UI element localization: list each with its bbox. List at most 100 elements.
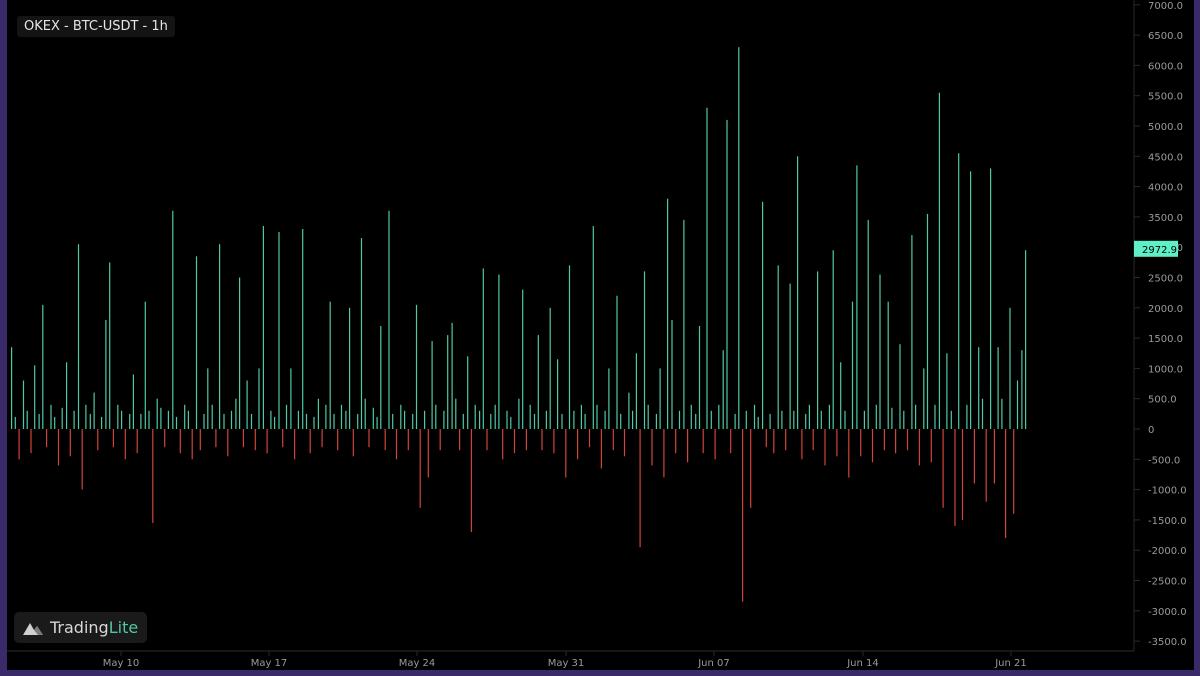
bar — [439, 429, 441, 451]
bar — [357, 413, 359, 429]
bar — [1009, 307, 1011, 429]
bar — [934, 404, 936, 429]
bar — [577, 429, 579, 460]
bar — [462, 413, 464, 429]
x-tick-label: May 17 — [251, 658, 288, 669]
bar — [352, 429, 354, 457]
bar — [313, 416, 315, 429]
bar — [875, 404, 877, 429]
bar — [820, 410, 822, 429]
bar — [1013, 429, 1015, 514]
bar — [663, 429, 665, 478]
bar — [11, 347, 13, 429]
bar — [459, 429, 461, 451]
bar — [1016, 380, 1019, 429]
bar — [887, 301, 889, 429]
bar — [239, 277, 241, 429]
bar — [230, 410, 233, 429]
bar — [38, 413, 40, 429]
chart-title: OKEX - BTC-USDT - 1h — [17, 16, 175, 37]
bar — [424, 410, 426, 429]
x-tick-label: May 31 — [548, 658, 585, 669]
bar — [372, 407, 374, 429]
bar — [891, 407, 893, 429]
bar — [160, 407, 162, 429]
bar — [573, 410, 575, 429]
bar — [494, 404, 496, 429]
bar — [274, 416, 276, 429]
bar — [899, 344, 901, 429]
bar — [851, 301, 854, 429]
bar — [954, 429, 956, 526]
bar — [966, 404, 968, 429]
y-tick-label: -2000.0 — [1148, 546, 1187, 557]
bar — [710, 410, 712, 429]
bar — [395, 429, 398, 460]
bar — [506, 410, 508, 429]
bar — [518, 398, 520, 429]
y-tick-label: -2500.0 — [1148, 577, 1187, 588]
bar — [836, 429, 838, 457]
bar — [443, 410, 445, 429]
bar — [235, 398, 237, 429]
bar — [797, 156, 799, 430]
bar — [337, 429, 339, 451]
x-tick-label: May 10 — [103, 658, 140, 669]
bar — [612, 429, 614, 451]
tradinglite-logo[interactable]: TradingLite — [14, 612, 148, 643]
bar — [726, 119, 728, 430]
bar — [262, 226, 264, 429]
y-tick-label: 0 — [1148, 425, 1154, 436]
bar — [812, 429, 814, 451]
bar — [305, 413, 308, 429]
bar — [742, 429, 744, 602]
bar — [537, 335, 539, 429]
bar — [482, 268, 484, 429]
bar — [297, 410, 299, 429]
bar — [730, 429, 732, 454]
bar — [18, 429, 20, 460]
bar — [290, 368, 292, 429]
bar — [765, 429, 767, 448]
bar — [415, 304, 418, 429]
bar — [950, 410, 952, 429]
x-tick-label: Jun 14 — [846, 658, 879, 669]
bar — [867, 219, 869, 429]
bar — [97, 429, 99, 451]
bar — [883, 429, 885, 451]
bar — [687, 429, 689, 463]
bar — [77, 244, 80, 429]
bar — [105, 319, 107, 429]
bar — [722, 350, 724, 429]
bar — [879, 274, 881, 429]
bar — [667, 198, 669, 429]
bar — [632, 410, 634, 429]
bar — [250, 413, 253, 429]
bar — [734, 413, 736, 429]
bar — [467, 356, 469, 429]
bar — [942, 429, 944, 508]
bar — [69, 429, 71, 457]
bar — [639, 429, 641, 548]
bar — [990, 168, 992, 429]
bar — [848, 429, 850, 478]
bar — [695, 413, 697, 429]
bar — [675, 429, 677, 454]
bar — [906, 429, 909, 451]
bar — [623, 429, 626, 457]
chart-frame: 7000.0 6500.0 6000.0 5500.0 5000.0 4500.0 4000… — [7, 0, 1194, 670]
bar — [961, 429, 964, 520]
bar — [349, 307, 351, 429]
bar — [14, 416, 16, 429]
bar — [958, 153, 960, 430]
bar — [993, 429, 995, 484]
chart-svg[interactable]: 7000.0 6500.0 6000.0 5500.0 5000.0 4500.0 4000… — [7, 0, 1194, 670]
bar — [828, 404, 830, 429]
bar — [895, 429, 897, 454]
y-tick-label: 7000.0 — [1148, 1, 1183, 12]
bar — [124, 429, 126, 460]
bar — [325, 404, 327, 429]
bar — [340, 404, 343, 429]
bar — [34, 365, 36, 429]
bar — [773, 429, 775, 454]
